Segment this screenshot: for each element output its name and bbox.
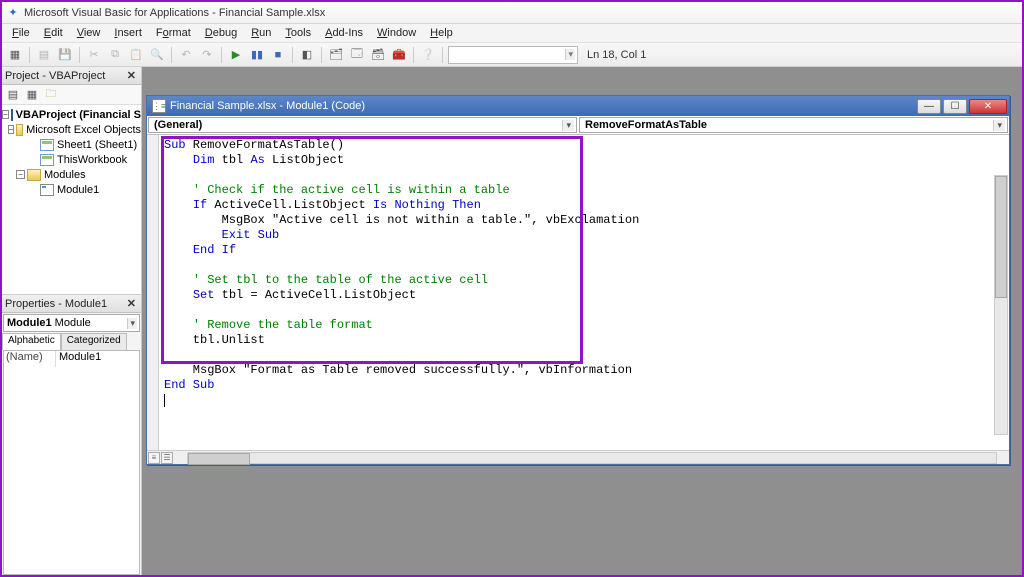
menu-window[interactable]: Window [371, 26, 422, 40]
menu-insert[interactable]: Insert [108, 26, 148, 40]
menu-debug[interactable]: Debug [199, 26, 243, 40]
menu-format[interactable]: Format [150, 26, 197, 40]
menu-addins[interactable]: Add-Ins [319, 26, 369, 40]
standard-toolbar: ▦ ▤ 💾 ✂ ⧉ 📋 🔍 ↶ ↷ ▶ ▮▮ ■ ◧ 🗂 🗔 🗃 🧰 ❔ Ln … [2, 43, 1022, 67]
view-excel-icon[interactable]: ▦ [6, 46, 24, 64]
object-browser-icon[interactable]: 🗃 [369, 46, 387, 64]
collapse-icon[interactable]: − [2, 110, 9, 119]
project-panel-close-icon[interactable]: ✕ [125, 69, 138, 82]
menubar: File Edit View Insert Format Debug Run T… [2, 24, 1022, 43]
object-combo[interactable]: (General) [148, 117, 577, 133]
properties-panel-close-icon[interactable]: ✕ [125, 297, 138, 310]
code-window: ⋮≡ Financial Sample.xlsx - Module1 (Code… [146, 95, 1010, 465]
reset-icon[interactable]: ■ [269, 46, 287, 64]
code-window-titlebar[interactable]: ⋮≡ Financial Sample.xlsx - Module1 (Code… [147, 96, 1009, 116]
procedure-combo[interactable]: RemoveFormatAsTable [579, 117, 1008, 133]
code-window-title: Financial Sample.xlsx - Module1 (Code) [170, 100, 365, 112]
minimize-button[interactable]: — [917, 99, 941, 114]
menu-help[interactable]: Help [424, 26, 459, 40]
app-title: Microsoft Visual Basic for Applications … [24, 7, 325, 19]
find-icon[interactable]: 🔍 [148, 46, 166, 64]
project-icon [11, 109, 13, 121]
properties-panel-title: Properties - Module1 [5, 298, 107, 310]
margin-indicator-bar[interactable] [147, 135, 159, 450]
prop-value[interactable]: Module1 [56, 351, 101, 367]
workbook-icon [40, 154, 54, 166]
tab-alphabetic[interactable]: Alphabetic [2, 333, 61, 350]
toolbox-icon[interactable]: 🧰 [390, 46, 408, 64]
run-icon[interactable]: ▶ [227, 46, 245, 64]
mdi-area: ⋮≡ Financial Sample.xlsx - Module1 (Code… [142, 67, 1022, 575]
worksheet-icon [40, 139, 54, 151]
full-module-view-icon[interactable]: ☰ [161, 452, 173, 464]
line-col-status: Ln 18, Col 1 [587, 49, 646, 61]
project-explorer-icon[interactable]: 🗂 [327, 46, 345, 64]
design-mode-icon[interactable]: ◧ [298, 46, 316, 64]
help-icon[interactable]: ❔ [419, 46, 437, 64]
prop-key: (Name) [4, 351, 56, 367]
cut-icon[interactable]: ✂ [85, 46, 103, 64]
tree-item-label: ThisWorkbook [57, 154, 127, 166]
properties-object-combo[interactable]: Module1 Module [3, 314, 140, 332]
tree-module1[interactable]: Module1 [2, 182, 141, 197]
menu-file[interactable]: File [6, 26, 36, 40]
properties-panel-header: Properties - Module1 ✕ [2, 295, 141, 313]
tree-root-label: VBAProject (Financial Sample.xlsx) [16, 109, 141, 121]
folder-icon [27, 169, 41, 181]
tree-modules-folder[interactable]: − Modules [2, 167, 141, 182]
undo-icon[interactable]: ↶ [177, 46, 195, 64]
project-panel-header: Project - VBAProject ✕ [2, 67, 141, 85]
properties-window-icon[interactable]: 🗔 [348, 46, 366, 64]
tree-folder-label: Modules [44, 169, 86, 181]
menu-edit[interactable]: Edit [38, 26, 69, 40]
text-cursor [164, 394, 165, 407]
tree-excel-folder[interactable]: − Microsoft Excel Objects [2, 122, 141, 137]
view-object-icon[interactable]: ▦ [24, 87, 40, 103]
tree-item-label: Sheet1 (Sheet1) [57, 139, 137, 151]
app-titlebar: ✦ Microsoft Visual Basic for Application… [2, 2, 1022, 24]
maximize-button[interactable]: ☐ [943, 99, 967, 114]
tab-categorized[interactable]: Categorized [61, 333, 127, 350]
save-icon[interactable]: 💾 [56, 46, 74, 64]
menu-tools[interactable]: Tools [279, 26, 317, 40]
collapse-icon[interactable]: − [16, 170, 25, 179]
module-icon [40, 184, 54, 196]
collapse-icon[interactable]: − [8, 125, 15, 134]
module-window-icon: ⋮≡ [152, 99, 166, 113]
code-editor[interactable]: Sub RemoveFormatAsTable() Dim tbl As Lis… [159, 135, 1009, 450]
toggle-folders-icon[interactable]: 🗀 [43, 87, 59, 103]
prop-row-name[interactable]: (Name) Module1 [4, 351, 139, 367]
tree-folder-label: Microsoft Excel Objects [26, 124, 141, 136]
redo-icon[interactable]: ↷ [198, 46, 216, 64]
project-tree[interactable]: − VBAProject (Financial Sample.xlsx) − M… [2, 105, 141, 295]
view-code-icon[interactable]: ▤ [5, 87, 21, 103]
tree-sheet1[interactable]: Sheet1 (Sheet1) [2, 137, 141, 152]
insert-userform-icon[interactable]: ▤ [35, 46, 53, 64]
menu-run[interactable]: Run [245, 26, 277, 40]
horizontal-scrollbar[interactable] [187, 452, 997, 464]
tree-root[interactable]: − VBAProject (Financial Sample.xlsx) [2, 107, 141, 122]
proc-combo[interactable] [448, 46, 578, 64]
tree-item-label: Module1 [57, 184, 99, 196]
copy-icon[interactable]: ⧉ [106, 46, 124, 64]
project-panel-title: Project - VBAProject [5, 70, 105, 82]
folder-icon [16, 124, 23, 136]
menu-view[interactable]: View [71, 26, 107, 40]
break-icon[interactable]: ▮▮ [248, 46, 266, 64]
project-panel-toolbar: ▤ ▦ 🗀 [2, 85, 141, 105]
vertical-scrollbar[interactable] [994, 175, 1008, 435]
procedure-view-icon[interactable]: ≡ [148, 452, 160, 464]
tree-thisworkbook[interactable]: ThisWorkbook [2, 152, 141, 167]
properties-grid[interactable]: (Name) Module1 [3, 350, 140, 575]
close-button[interactable]: ✕ [969, 99, 1007, 114]
paste-icon[interactable]: 📋 [127, 46, 145, 64]
vba-app-icon: ✦ [6, 6, 20, 20]
